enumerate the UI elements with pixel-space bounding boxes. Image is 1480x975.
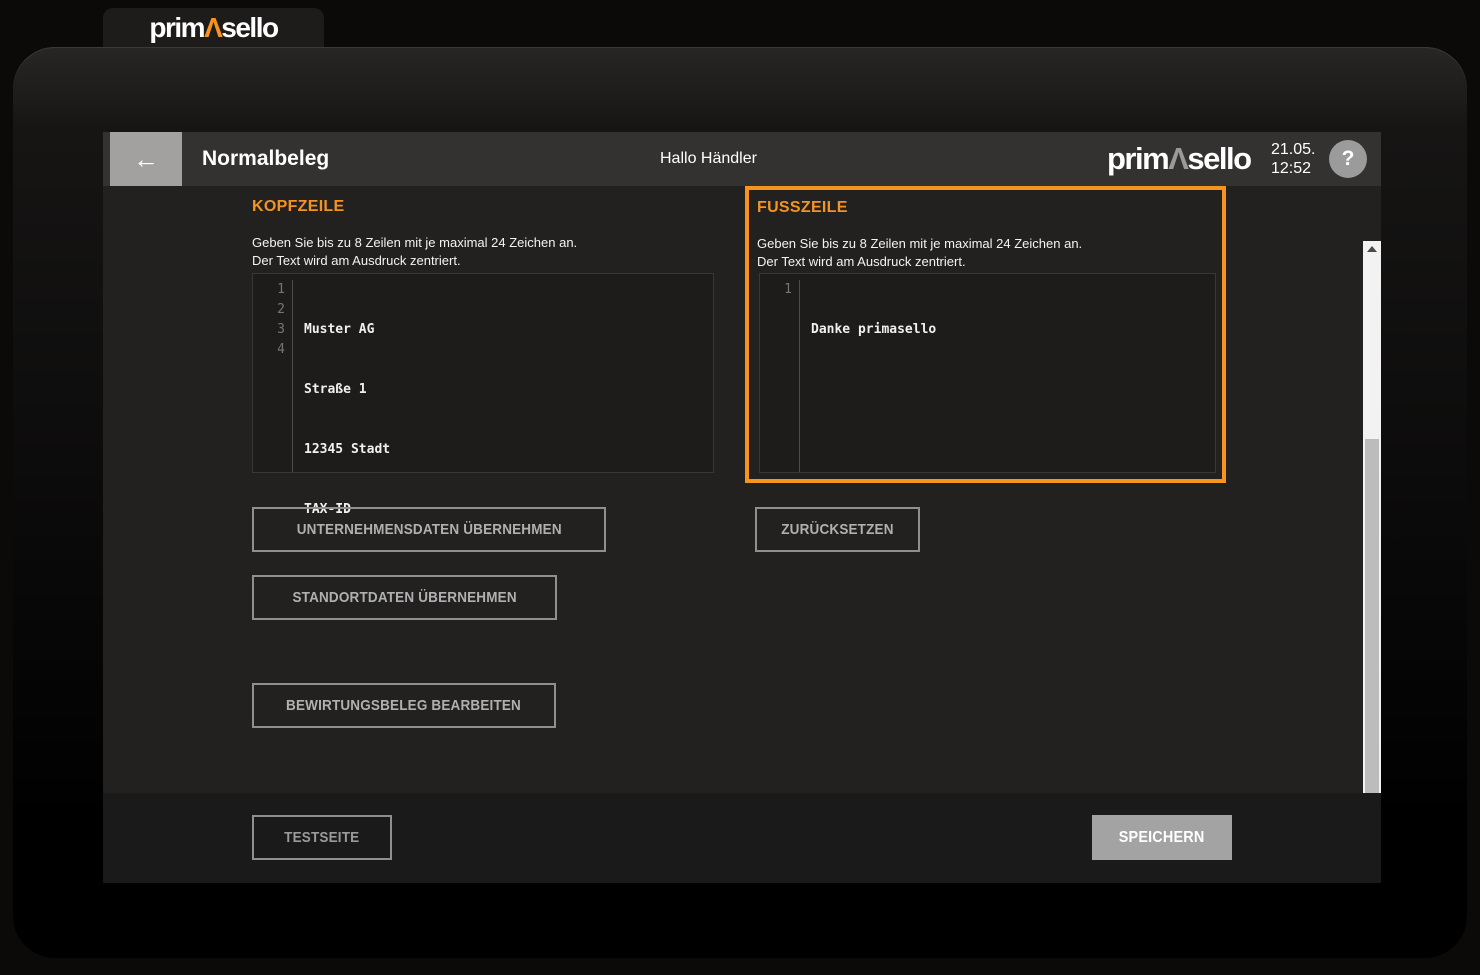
logo-lambda-icon: Λ [204,12,221,43]
fusszeile-highlight-box: FUSSZEILE Geben Sie bis zu 8 Zeilen mit … [745,186,1226,483]
greeting-text: Hallo Händler [660,132,757,186]
primasello-logo: primΛsello [149,12,277,44]
fusszeile-section-title: FUSSZEILE [757,199,848,217]
speichern-button[interactable]: SPEICHERN [1092,815,1232,860]
kopfzeile-section-title: KOPFZEILE [252,198,344,216]
kopfzeile-editor[interactable]: 1 2 3 4 Muster AG Straße 1 12345 Stadt T… [252,273,714,473]
datetime-display: 21.05. 12:52 [1271,140,1315,178]
fusszeile-editor[interactable]: 1 Danke primasello [759,273,1216,473]
page-title: Normalbeleg [202,132,329,186]
logo-lambda-icon: Λ [1168,141,1187,177]
back-button[interactable]: ← [110,132,182,186]
primasello-header-logo: primΛsello [1107,132,1251,186]
question-mark-icon: ? [1342,147,1355,171]
logo-text-prefix: prim [1107,141,1168,177]
button-label: UNTERNEHMENSDATEN ÜBERNEHMEN [296,521,561,538]
editor-line: Muster AG [304,320,390,340]
testseite-button[interactable]: TESTSEITE [252,815,392,860]
editor-line: Danke primasello [811,320,936,340]
logo-text-suffix: sello [1187,141,1250,177]
arrow-up-icon [1367,246,1377,252]
line-number: 2 [253,300,285,320]
logo-text-prefix: prim [149,12,204,43]
kopfzeile-editor-text[interactable]: Muster AG Straße 1 12345 Stadt TAX-ID [293,280,390,472]
line-number-gutter: 1 2 3 4 [253,280,293,472]
scroll-up-button[interactable] [1363,241,1381,257]
help-line: Der Text wird am Ausdruck zentriert. [252,252,577,270]
unternehmensdaten-uebernehmen-button[interactable]: UNTERNEHMENSDATEN ÜBERNEHMEN [252,507,606,552]
bewirtungsbeleg-bearbeiten-button[interactable]: BEWIRTUNGSBELEG BEARBEITEN [252,683,556,728]
line-number: 1 [760,280,792,300]
line-number: 3 [253,320,285,340]
vertical-scrollbar[interactable] [1363,241,1381,847]
back-arrow-icon: ← [133,144,159,175]
help-line: Der Text wird am Ausdruck zentriert. [757,253,1082,271]
browser-tab[interactable]: primΛsello [103,8,324,48]
button-label: BEWIRTUNGSBELEG BEARBEITEN [287,697,522,714]
button-label: SPEICHERN [1119,829,1205,847]
editor-line: 12345 Stadt [304,440,390,460]
fusszeile-editor-text[interactable]: Danke primasello [800,280,936,472]
app-window: ← Normalbeleg Hallo Händler primΛsello 2… [103,132,1381,883]
line-number-gutter: 1 [760,280,800,472]
button-label: ZURÜCKSETZEN [781,521,893,538]
date-text: 21.05. [1271,140,1315,159]
line-number: 1 [253,280,285,300]
logo-text-suffix: sello [221,12,277,43]
time-text: 12:52 [1271,159,1315,178]
footer-bar: TESTSEITE SPEICHERN [103,793,1381,883]
content-area: KOPFZEILE Geben Sie bis zu 8 Zeilen mit … [103,186,1381,793]
button-label: STANDORTDATEN ÜBERNEHMEN [292,589,516,606]
line-number: 4 [253,340,285,360]
help-line: Geben Sie bis zu 8 Zeilen mit je maximal… [252,234,577,252]
fusszeile-help-text: Geben Sie bis zu 8 Zeilen mit je maximal… [757,235,1082,271]
editor-line: Straße 1 [304,380,390,400]
help-line: Geben Sie bis zu 8 Zeilen mit je maximal… [757,235,1082,253]
help-button[interactable]: ? [1329,140,1367,178]
kopfzeile-help-text: Geben Sie bis zu 8 Zeilen mit je maximal… [252,234,577,270]
button-label: TESTSEITE [284,829,359,846]
scrollbar-thumb[interactable] [1365,439,1379,813]
header-bar: ← Normalbeleg Hallo Händler primΛsello 2… [103,132,1381,186]
zuruecksetzen-button[interactable]: ZURÜCKSETZEN [755,507,920,552]
standortdaten-uebernehmen-button[interactable]: STANDORTDATEN ÜBERNEHMEN [252,575,557,620]
